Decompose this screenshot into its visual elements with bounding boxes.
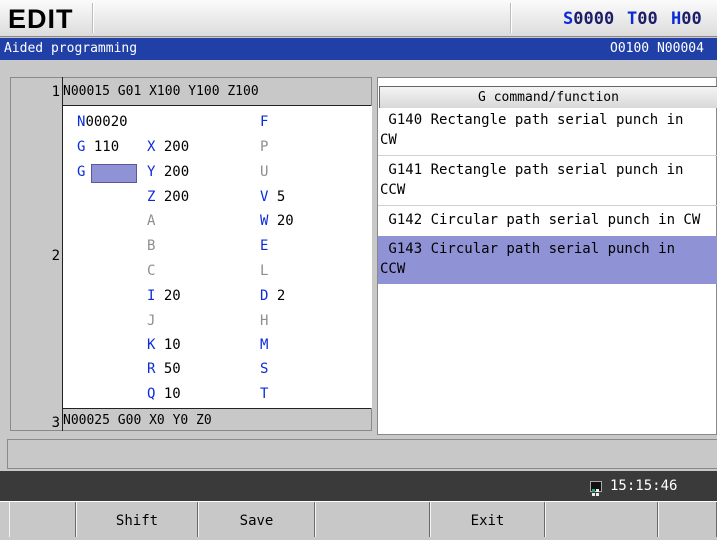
- field-i[interactable]: I 20: [147, 288, 181, 304]
- title-bar: Aided programming O0100 N00004: [0, 38, 717, 60]
- field-g1[interactable]: G 110: [77, 139, 119, 155]
- divider: [378, 155, 717, 156]
- field-n[interactable]: N00020: [77, 114, 128, 130]
- field-a[interactable]: A: [147, 213, 155, 229]
- field-j[interactable]: J: [147, 313, 155, 329]
- field-x[interactable]: X 200: [147, 139, 189, 155]
- field-s[interactable]: S: [260, 361, 268, 377]
- field-g2-input[interactable]: [91, 164, 137, 183]
- field-c[interactable]: C: [147, 263, 155, 279]
- tool-number: T00: [627, 9, 658, 29]
- softkey-7[interactable]: [658, 502, 717, 537]
- divider: [92, 3, 94, 33]
- g-command-item[interactable]: G140 Rectangle path serial punch in CW: [378, 110, 717, 152]
- g-command-header: G command/function: [379, 86, 717, 108]
- field-f[interactable]: F: [260, 114, 268, 130]
- field-u[interactable]: U: [260, 164, 268, 180]
- field-m[interactable]: M: [260, 337, 268, 353]
- save-button[interactable]: Save: [198, 502, 315, 537]
- field-g2-label: G: [77, 164, 86, 180]
- exit-button[interactable]: Exit: [430, 502, 545, 537]
- field-q[interactable]: Q 10: [147, 386, 181, 402]
- line-number: 2: [51, 248, 60, 264]
- field-e[interactable]: E: [260, 238, 268, 254]
- softkey-4[interactable]: [315, 502, 430, 537]
- g-command-item[interactable]: G141 Rectangle path serial punch in CCW: [378, 160, 717, 202]
- spindle-speed: S0000: [563, 9, 615, 29]
- shift-button[interactable]: Shift: [76, 502, 198, 537]
- field-h[interactable]: H: [260, 313, 268, 329]
- screen-title: Aided programming: [4, 41, 138, 56]
- line-number: 1: [51, 84, 60, 100]
- mode-indicator: EDIT: [8, 4, 74, 34]
- next-block[interactable]: N00025 G00 X0 Y0 Z0: [63, 413, 212, 428]
- field-y[interactable]: Y 200: [147, 164, 189, 180]
- g-command-item-selected[interactable]: G143 Circular path serial punch in CCW: [378, 236, 717, 284]
- softkey-6[interactable]: [545, 502, 658, 537]
- message-line: [7, 439, 717, 469]
- clock-icon: [590, 481, 602, 496]
- divider: [510, 3, 512, 33]
- field-l[interactable]: L: [260, 263, 268, 279]
- field-k[interactable]: K 10: [147, 337, 181, 353]
- softkey-1[interactable]: [9, 502, 76, 537]
- program-number: O0100 N00004: [610, 41, 704, 56]
- line-number: 3: [51, 415, 60, 431]
- field-v[interactable]: V 5: [260, 189, 285, 205]
- field-w[interactable]: W 20: [260, 213, 294, 229]
- field-t[interactable]: T: [260, 386, 268, 402]
- field-d[interactable]: D 2: [260, 288, 285, 304]
- field-z[interactable]: Z 200: [147, 189, 189, 205]
- previous-block[interactable]: N00015 G01 X100 Y100 Z100: [63, 84, 259, 99]
- h-offset: H00: [671, 9, 702, 29]
- clock: 15:15:46: [610, 478, 678, 494]
- g-command-item[interactable]: G142 Circular path serial punch in CW: [378, 210, 717, 232]
- divider: [62, 408, 371, 409]
- field-r[interactable]: R 50: [147, 361, 181, 377]
- divider: [378, 205, 717, 206]
- field-b[interactable]: B: [147, 238, 155, 254]
- field-p[interactable]: P: [260, 139, 268, 155]
